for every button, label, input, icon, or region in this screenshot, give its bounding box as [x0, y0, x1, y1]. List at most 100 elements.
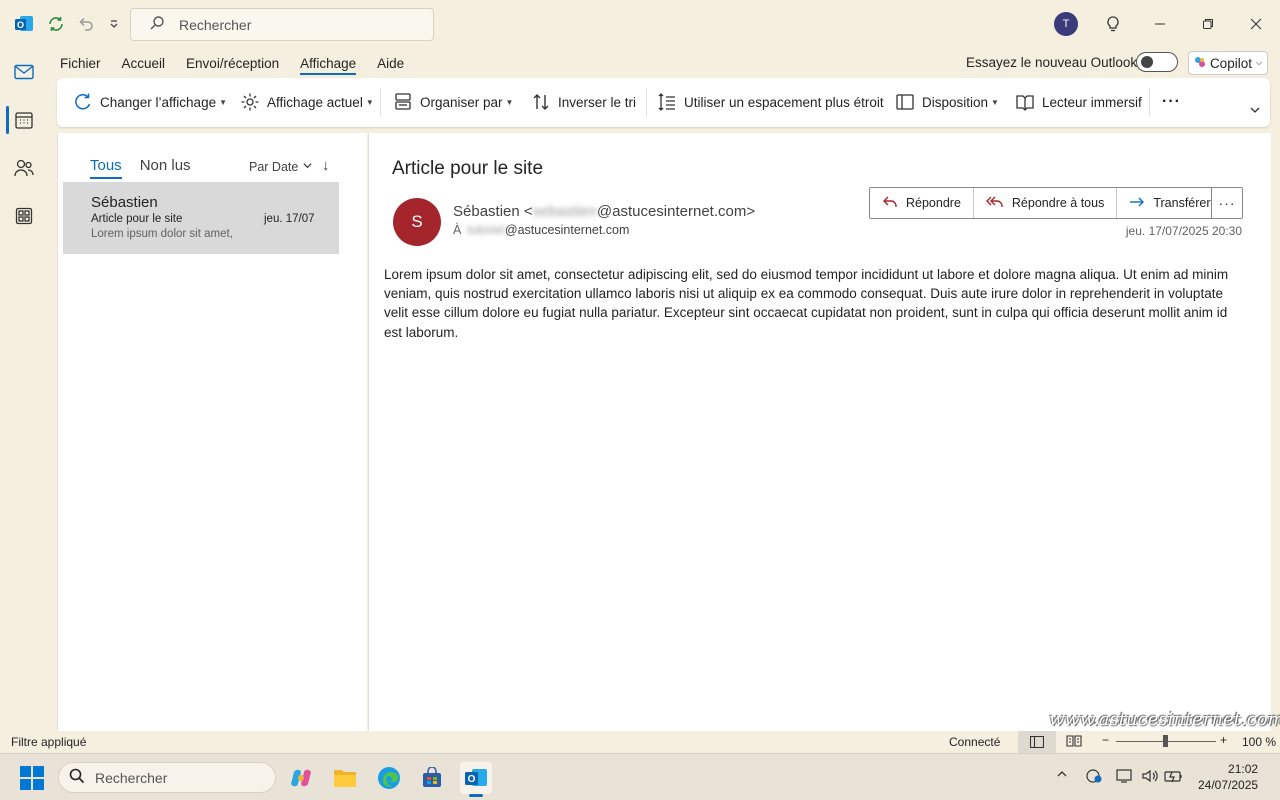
- tab-all[interactable]: Tous: [90, 157, 122, 179]
- windows-start-icon[interactable]: [20, 766, 44, 790]
- current-view-button[interactable]: Affichage actuel ▼: [239, 90, 374, 114]
- tab-aide[interactable]: Aide: [377, 54, 404, 75]
- ribbon: Changer l’affichage ▼ Affichage actuel ▼…: [57, 78, 1270, 127]
- ribbon-divider: [646, 88, 647, 116]
- arrange-by-button[interactable]: Organiser par ▼: [392, 90, 513, 114]
- apps-icon[interactable]: [12, 204, 36, 228]
- chevron-down-icon: ▼: [365, 97, 374, 107]
- copilot-button[interactable]: Copilot ⌵: [1188, 51, 1268, 75]
- outlook-logo-icon: O: [12, 12, 36, 36]
- change-view-label: Changer l’affichage: [100, 94, 217, 110]
- ribbon-more-button[interactable]: ···: [1162, 90, 1181, 114]
- sender-line[interactable]: Sébastien <sebastien@astucesinternet.com…: [453, 203, 755, 220]
- edge-browser-icon[interactable]: [373, 762, 405, 794]
- ribbon-collapse-chevron-icon[interactable]: [1249, 98, 1261, 122]
- reply-button[interactable]: Répondre: [870, 188, 974, 218]
- people-icon[interactable]: [12, 156, 36, 180]
- reverse-sort-label: Inverser le tri: [558, 94, 637, 110]
- try-new-outlook-label: Essayez le nouveau Outlook: [966, 55, 1138, 70]
- tab-unread[interactable]: Non lus: [140, 157, 191, 179]
- battery-icon[interactable]: [1164, 768, 1184, 787]
- navigation-rail: [0, 48, 48, 728]
- zoom-out-button[interactable]: −: [1102, 733, 1109, 747]
- reading-pane: Article pour le site S Sébastien <sebast…: [368, 133, 1271, 731]
- reply-icon: [882, 195, 898, 212]
- message-list-pane: Tous Non lus Par Date ↓ Sébastien Articl…: [57, 133, 367, 731]
- lightbulb-icon[interactable]: [1101, 12, 1125, 36]
- tighter-spacing-button[interactable]: Utiliser un espacement plus étroit: [656, 90, 884, 114]
- list-filter-tabs: Tous Non lus: [90, 157, 191, 179]
- taskbar-clock[interactable]: 21:02 24/07/2025: [1198, 761, 1258, 793]
- chevron-up-icon[interactable]: [1056, 768, 1068, 783]
- sort-by-dropdown[interactable]: Par Date: [249, 160, 313, 174]
- file-explorer-icon[interactable]: [329, 762, 361, 794]
- copilot-app-icon[interactable]: [285, 762, 317, 794]
- change-view-icon: [72, 91, 94, 113]
- new-outlook-toggle[interactable]: [1136, 52, 1178, 72]
- sort-direction-icon[interactable]: ↓: [322, 157, 330, 174]
- message-more-button[interactable]: ···: [1211, 187, 1243, 219]
- toggle-knob: [1141, 56, 1153, 68]
- reading-view-icon[interactable]: [1066, 734, 1082, 751]
- forward-button[interactable]: Transférer: [1117, 188, 1222, 218]
- immersive-reader-button[interactable]: Lecteur immersif: [1014, 90, 1142, 114]
- zoom-in-button[interactable]: +: [1220, 733, 1227, 747]
- chevron-down-icon: [302, 160, 313, 174]
- monitor-icon[interactable]: [1116, 768, 1134, 787]
- close-button[interactable]: [1241, 10, 1271, 38]
- undo-icon[interactable]: [74, 12, 98, 36]
- network-update-icon[interactable]: [1085, 768, 1103, 787]
- tab-fichier[interactable]: Fichier: [60, 54, 101, 75]
- active-app-indicator: [469, 794, 483, 797]
- message-date: jeu. 17/07/2025 20:30: [1125, 224, 1242, 238]
- to-label: À: [453, 223, 462, 237]
- mail-icon[interactable]: [12, 60, 36, 84]
- current-view-label: Affichage actuel: [267, 94, 363, 110]
- user-avatar[interactable]: T: [1054, 12, 1078, 36]
- taskbar-search-input[interactable]: Rechercher: [58, 762, 276, 793]
- tab-envoi-reception[interactable]: Envoi/réception: [186, 54, 279, 75]
- change-view-button[interactable]: Changer l’affichage ▼: [72, 90, 227, 114]
- calendar-icon[interactable]: [12, 108, 36, 132]
- watermark: www.astucesinternet.com: [1049, 709, 1280, 730]
- layout-button[interactable]: Disposition ▼: [894, 90, 999, 114]
- search-input[interactable]: Rechercher: [130, 8, 434, 41]
- zoom-slider-thumb[interactable]: [1163, 735, 1168, 747]
- sender-name: Sébastien <: [453, 203, 533, 220]
- layout-label: Disposition: [922, 94, 989, 110]
- reply-label: Répondre: [906, 196, 961, 210]
- recipient-line[interactable]: Àtutoriel@astucesinternet.com: [453, 223, 629, 237]
- sync-icon[interactable]: [44, 12, 68, 36]
- zoom-level[interactable]: 100 %: [1242, 735, 1276, 749]
- taskbar-search-placeholder: Rechercher: [95, 769, 168, 786]
- list-item-preview: Lorem ipsum dolor sit amet,: [91, 228, 233, 240]
- chevron-down-icon: ▼: [991, 97, 999, 107]
- outlook-app-icon[interactable]: O: [460, 762, 492, 797]
- tab-affichage[interactable]: Affichage: [300, 54, 357, 75]
- menu-tabs: Fichier Accueil Envoi/réception Affichag…: [60, 54, 425, 75]
- sender-avatar[interactable]: S: [393, 198, 441, 246]
- list-item[interactable]: Sébastien Article pour le site jeu. 17/0…: [63, 182, 339, 254]
- sender-user-blurred: sebastien: [532, 203, 597, 220]
- forward-label: Transférer: [1153, 196, 1211, 210]
- minimize-button[interactable]: [1145, 10, 1175, 38]
- message-body: Lorem ipsum dolor sit amet, consectetur …: [384, 267, 1229, 340]
- ribbon-divider: [380, 88, 381, 116]
- microsoft-store-icon[interactable]: [416, 762, 448, 794]
- tab-accueil[interactable]: Accueil: [122, 54, 166, 75]
- recipient-user-blurred: tutoriel: [467, 223, 505, 237]
- reverse-sort-button[interactable]: Inverser le tri: [530, 90, 636, 114]
- spacing-icon: [656, 91, 678, 113]
- search-icon: [69, 768, 85, 787]
- title-bar: O Rechercher T: [0, 0, 1280, 48]
- list-item-date: jeu. 17/07: [264, 213, 315, 225]
- clock-date: 24/07/2025: [1198, 778, 1259, 792]
- volume-icon[interactable]: [1141, 768, 1159, 787]
- normal-view-icon[interactable]: [1018, 731, 1056, 753]
- reply-all-button[interactable]: Répondre à tous: [974, 188, 1118, 218]
- rail-active-indicator: [6, 106, 9, 134]
- list-item-subject: Article pour le site: [91, 213, 183, 225]
- sort-arrows-icon: [530, 91, 552, 113]
- restore-button[interactable]: [1193, 10, 1223, 38]
- quick-access-dropdown-icon[interactable]: [102, 12, 126, 36]
